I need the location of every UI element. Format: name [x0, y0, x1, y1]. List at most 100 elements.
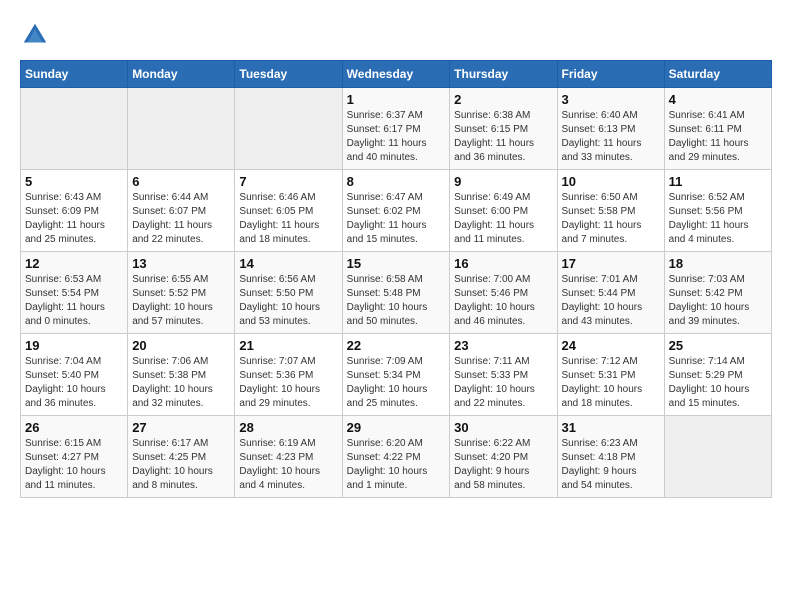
day-info: Sunrise: 6:41 AM Sunset: 6:11 PM Dayligh…	[669, 109, 767, 165]
day-info: Sunrise: 7:09 AM Sunset: 5:34 PM Dayligh…	[347, 355, 446, 411]
day-number: 18	[669, 256, 767, 271]
day-info: Sunrise: 6:58 AM Sunset: 5:48 PM Dayligh…	[347, 273, 446, 329]
day-of-week-header: Thursday	[450, 61, 557, 88]
calendar-cell: 26 Sunrise: 6:15 AM Sunset: 4:27 PM Dayli…	[21, 416, 128, 498]
day-number: 11	[669, 174, 767, 189]
calendar-cell: 30 Sunrise: 6:22 AM Sunset: 4:20 PM Dayli…	[450, 416, 557, 498]
calendar-cell: 22 Sunrise: 7:09 AM Sunset: 5:34 PM Dayli…	[342, 334, 450, 416]
day-number: 23	[454, 338, 552, 353]
logo	[20, 20, 54, 50]
calendar-week-row: 12 Sunrise: 6:53 AM Sunset: 5:54 PM Dayli…	[21, 252, 772, 334]
day-number: 31	[562, 420, 660, 435]
calendar-cell: 3Sunrise: 6:40 AM Sunset: 6:13 PM Daylig…	[557, 88, 664, 170]
day-number: 3	[562, 92, 660, 107]
day-info: Sunrise: 7:11 AM Sunset: 5:33 PM Dayligh…	[454, 355, 552, 411]
calendar-cell	[128, 88, 235, 170]
calendar-cell: 9Sunrise: 6:49 AM Sunset: 6:00 PM Daylig…	[450, 170, 557, 252]
calendar-cell: 21 Sunrise: 7:07 AM Sunset: 5:36 PM Dayli…	[235, 334, 342, 416]
calendar-cell	[21, 88, 128, 170]
day-of-week-header: Wednesday	[342, 61, 450, 88]
calendar-cell: 25Sunrise: 7:14 AM Sunset: 5:29 PM Dayli…	[664, 334, 771, 416]
day-number: 30	[454, 420, 552, 435]
calendar-cell: 13 Sunrise: 6:55 AM Sunset: 5:52 PM Dayli…	[128, 252, 235, 334]
calendar-week-row: 19 Sunrise: 7:04 AM Sunset: 5:40 PM Dayli…	[21, 334, 772, 416]
calendar-week-row: 5Sunrise: 6:43 AM Sunset: 6:09 PM Daylig…	[21, 170, 772, 252]
calendar-cell: 10 Sunrise: 6:50 AM Sunset: 5:58 PM Dayli…	[557, 170, 664, 252]
calendar-cell: 27 Sunrise: 6:17 AM Sunset: 4:25 PM Dayli…	[128, 416, 235, 498]
calendar-cell: 24 Sunrise: 7:12 AM Sunset: 5:31 PM Dayli…	[557, 334, 664, 416]
day-info: Sunrise: 7:06 AM Sunset: 5:38 PM Dayligh…	[132, 355, 230, 411]
day-number: 7	[239, 174, 337, 189]
day-number: 1	[347, 92, 446, 107]
day-info: Sunrise: 7:00 AM Sunset: 5:46 PM Dayligh…	[454, 273, 552, 329]
day-info: Sunrise: 6:17 AM Sunset: 4:25 PM Dayligh…	[132, 437, 230, 493]
day-info: Sunrise: 6:46 AM Sunset: 6:05 PM Dayligh…	[239, 191, 337, 247]
day-number: 2	[454, 92, 552, 107]
day-of-week-header: Tuesday	[235, 61, 342, 88]
day-info: Sunrise: 7:07 AM Sunset: 5:36 PM Dayligh…	[239, 355, 337, 411]
calendar-header-row: SundayMondayTuesdayWednesdayThursdayFrid…	[21, 61, 772, 88]
day-info: Sunrise: 6:23 AM Sunset: 4:18 PM Dayligh…	[562, 437, 660, 493]
day-number: 4	[669, 92, 767, 107]
day-number: 29	[347, 420, 446, 435]
day-info: Sunrise: 6:15 AM Sunset: 4:27 PM Dayligh…	[25, 437, 123, 493]
day-info: Sunrise: 6:56 AM Sunset: 5:50 PM Dayligh…	[239, 273, 337, 329]
calendar-cell: 11 Sunrise: 6:52 AM Sunset: 5:56 PM Dayli…	[664, 170, 771, 252]
day-info: Sunrise: 6:52 AM Sunset: 5:56 PM Dayligh…	[669, 191, 767, 247]
day-number: 10	[562, 174, 660, 189]
calendar-cell: 4 Sunrise: 6:41 AM Sunset: 6:11 PM Daylig…	[664, 88, 771, 170]
day-number: 27	[132, 420, 230, 435]
calendar-cell: 12 Sunrise: 6:53 AM Sunset: 5:54 PM Dayli…	[21, 252, 128, 334]
calendar-cell: 1 Sunrise: 6:37 AM Sunset: 6:17 PM Daylig…	[342, 88, 450, 170]
day-number: 6	[132, 174, 230, 189]
calendar-cell: 18 Sunrise: 7:03 AM Sunset: 5:42 PM Dayli…	[664, 252, 771, 334]
page-header	[20, 20, 772, 50]
calendar-cell: 28 Sunrise: 6:19 AM Sunset: 4:23 PM Dayli…	[235, 416, 342, 498]
day-info: Sunrise: 6:49 AM Sunset: 6:00 PM Dayligh…	[454, 191, 552, 247]
calendar-cell: 14 Sunrise: 6:56 AM Sunset: 5:50 PM Dayli…	[235, 252, 342, 334]
day-of-week-header: Friday	[557, 61, 664, 88]
day-info: Sunrise: 6:47 AM Sunset: 6:02 PM Dayligh…	[347, 191, 446, 247]
calendar-cell: 5Sunrise: 6:43 AM Sunset: 6:09 PM Daylig…	[21, 170, 128, 252]
calendar-cell: 6Sunrise: 6:44 AM Sunset: 6:07 PM Daylig…	[128, 170, 235, 252]
day-info: Sunrise: 7:04 AM Sunset: 5:40 PM Dayligh…	[25, 355, 123, 411]
day-number: 19	[25, 338, 123, 353]
calendar-cell	[664, 416, 771, 498]
day-info: Sunrise: 7:03 AM Sunset: 5:42 PM Dayligh…	[669, 273, 767, 329]
day-number: 12	[25, 256, 123, 271]
calendar-cell: 31 Sunrise: 6:23 AM Sunset: 4:18 PM Dayli…	[557, 416, 664, 498]
day-number: 5	[25, 174, 123, 189]
day-number: 13	[132, 256, 230, 271]
day-info: Sunrise: 6:22 AM Sunset: 4:20 PM Dayligh…	[454, 437, 552, 493]
calendar-cell: 20 Sunrise: 7:06 AM Sunset: 5:38 PM Dayli…	[128, 334, 235, 416]
day-info: Sunrise: 6:20 AM Sunset: 4:22 PM Dayligh…	[347, 437, 446, 493]
day-number: 22	[347, 338, 446, 353]
day-of-week-header: Sunday	[21, 61, 128, 88]
day-info: Sunrise: 6:38 AM Sunset: 6:15 PM Dayligh…	[454, 109, 552, 165]
day-number: 24	[562, 338, 660, 353]
day-info: Sunrise: 6:55 AM Sunset: 5:52 PM Dayligh…	[132, 273, 230, 329]
day-of-week-header: Monday	[128, 61, 235, 88]
day-info: Sunrise: 7:14 AM Sunset: 5:29 PM Dayligh…	[669, 355, 767, 411]
day-number: 8	[347, 174, 446, 189]
calendar-cell: 16Sunrise: 7:00 AM Sunset: 5:46 PM Dayli…	[450, 252, 557, 334]
day-number: 26	[25, 420, 123, 435]
day-info: Sunrise: 6:19 AM Sunset: 4:23 PM Dayligh…	[239, 437, 337, 493]
calendar-cell: 15 Sunrise: 6:58 AM Sunset: 5:48 PM Dayli…	[342, 252, 450, 334]
day-info: Sunrise: 6:50 AM Sunset: 5:58 PM Dayligh…	[562, 191, 660, 247]
calendar-cell: 7 Sunrise: 6:46 AM Sunset: 6:05 PM Daylig…	[235, 170, 342, 252]
day-info: Sunrise: 6:37 AM Sunset: 6:17 PM Dayligh…	[347, 109, 446, 165]
day-of-week-header: Saturday	[664, 61, 771, 88]
calendar-cell: 29 Sunrise: 6:20 AM Sunset: 4:22 PM Dayli…	[342, 416, 450, 498]
day-info: Sunrise: 7:12 AM Sunset: 5:31 PM Dayligh…	[562, 355, 660, 411]
day-number: 14	[239, 256, 337, 271]
calendar-cell: 2 Sunrise: 6:38 AM Sunset: 6:15 PM Daylig…	[450, 88, 557, 170]
calendar-cell: 19 Sunrise: 7:04 AM Sunset: 5:40 PM Dayli…	[21, 334, 128, 416]
day-number: 28	[239, 420, 337, 435]
logo-icon	[20, 20, 50, 50]
day-number: 20	[132, 338, 230, 353]
calendar-cell: 8 Sunrise: 6:47 AM Sunset: 6:02 PM Daylig…	[342, 170, 450, 252]
day-number: 15	[347, 256, 446, 271]
day-info: Sunrise: 6:53 AM Sunset: 5:54 PM Dayligh…	[25, 273, 123, 329]
day-number: 21	[239, 338, 337, 353]
